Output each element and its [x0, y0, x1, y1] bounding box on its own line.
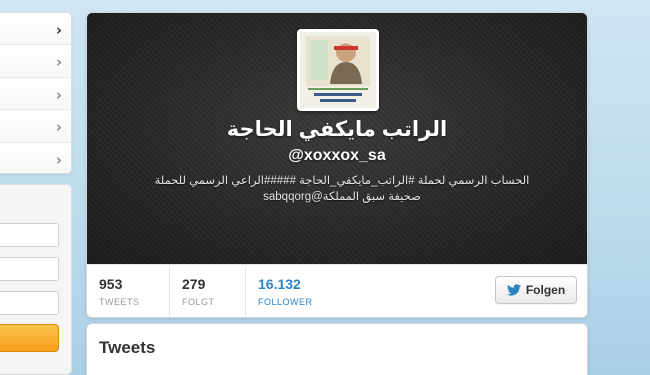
- stat-tweets-label: TWEETS: [99, 297, 140, 307]
- password-input[interactable]: [0, 291, 59, 315]
- signup-button[interactable]: [0, 324, 59, 352]
- profile-header-card: الراتب مايكفي الحاجة @xoxxox_sa الحساب ا…: [86, 12, 588, 318]
- nav-item-5[interactable]: ›: [0, 142, 71, 173]
- stat-followers[interactable]: 16.132 FOLLOWER: [246, 266, 346, 317]
- stat-following-count: 279: [182, 276, 206, 292]
- chevron-right-icon: ›: [55, 53, 62, 72]
- nav-item-4[interactable]: ›: [0, 110, 71, 143]
- nav-item-3[interactable]: ›: [0, 77, 71, 111]
- chevron-right-icon: ›: [55, 118, 62, 137]
- stat-tweets-count: 953: [99, 276, 123, 292]
- tweets-section-title: Tweets: [99, 338, 156, 357]
- nav-item-1[interactable]: ›: [0, 13, 71, 46]
- email-input[interactable]: [0, 257, 59, 281]
- chevron-right-icon: ›: [55, 85, 62, 104]
- follow-button[interactable]: Folgen: [495, 276, 577, 304]
- chevron-right-icon: ›: [55, 21, 62, 39]
- stat-tweets[interactable]: 953 TWEETS: [87, 266, 170, 317]
- follow-button-label: Folgen: [525, 283, 566, 297]
- twitter-bird-icon: [506, 284, 521, 296]
- chevron-right-icon: ›: [55, 150, 62, 169]
- name-input[interactable]: [0, 223, 59, 247]
- profile-avatar[interactable]: [297, 29, 379, 111]
- profile-stats-bar: 953 TWEETS 279 FOLGT 16.132 FOLLOWER Fol…: [87, 266, 587, 317]
- avatar-image: [300, 32, 376, 108]
- stat-following[interactable]: 279 FOLGT: [170, 266, 246, 317]
- profile-display-name: الراتب مايكفي الحاجة: [226, 118, 448, 141]
- nav-item-2[interactable]: ›: [0, 45, 71, 78]
- profile-header-background: الراتب مايكفي الحاجة @xoxxox_sa الحساب ا…: [87, 13, 587, 265]
- signup-form-card: [0, 184, 72, 375]
- tweets-section: Tweets: [86, 323, 588, 375]
- stat-followers-count: 16.132: [258, 276, 301, 292]
- dashboard-nav-card: › › › › ›: [0, 12, 72, 174]
- profile-bio: الحساب الرسمي لحملة #الراتب_مايكفي_الحاج…: [154, 175, 530, 203]
- stat-following-label: FOLGT: [182, 297, 215, 307]
- profile-screen-name[interactable]: @xoxxox_sa: [87, 147, 587, 165]
- stat-followers-label: FOLLOWER: [258, 297, 313, 307]
